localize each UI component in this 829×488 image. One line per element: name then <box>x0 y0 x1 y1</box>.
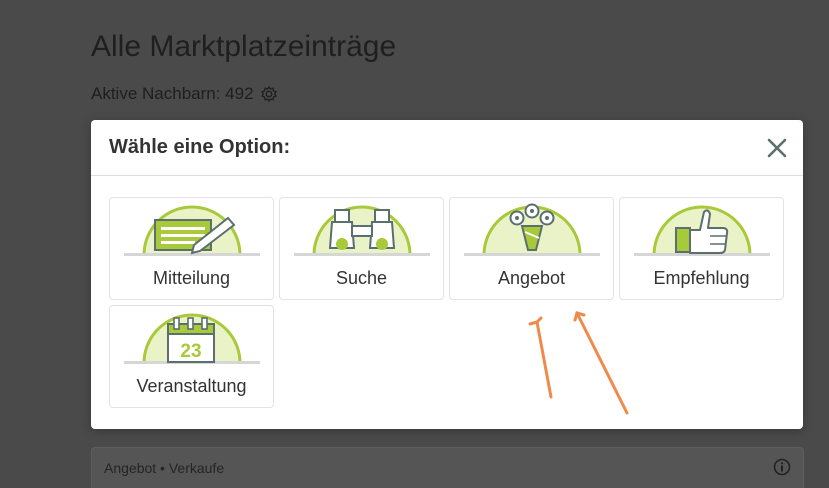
dialog-title: Wähle eine Option: <box>109 136 291 158</box>
option-suche[interactable]: Suche <box>279 197 444 300</box>
binoculars-icon <box>294 205 430 256</box>
flower-bouquet-icon <box>464 203 600 256</box>
option-label: Suche <box>335 268 388 288</box>
option-dialog: Wähle eine Option: Mitteilung Suche Ange… <box>91 120 803 429</box>
active-neighbors: Aktive Nachbarn: 492 <box>91 84 278 104</box>
dialog-header: Wähle eine Option: <box>91 120 803 176</box>
option-label: Empfehlung <box>653 268 750 288</box>
option-veranstaltung[interactable]: 23 Veranstaltung <box>109 305 274 408</box>
info-icon[interactable] <box>773 458 791 481</box>
active-neighbors-label: Aktive Nachbarn: 492 <box>91 84 254 103</box>
option-empfehlung[interactable]: Empfehlung <box>619 197 784 300</box>
option-label: Veranstaltung <box>136 376 247 396</box>
thumbs-up-icon <box>634 205 770 256</box>
close-icon[interactable] <box>765 136 789 160</box>
gear-icon[interactable] <box>260 85 278 103</box>
option-label: Angebot <box>497 268 566 288</box>
option-label: Mitteilung <box>152 268 231 288</box>
page-title: Alle Marktplatzeinträge <box>91 30 397 63</box>
option-angebot[interactable]: Angebot <box>449 197 614 300</box>
calendar-day: 23 <box>180 341 201 362</box>
calendar-icon: 23 <box>124 313 260 364</box>
background-listing-card: Angebot • Verkaufe <box>91 447 804 488</box>
notepad-pencil-icon <box>124 205 260 256</box>
listing-category: Angebot • Verkaufe <box>104 460 225 476</box>
option-mitteilung[interactable]: Mitteilung <box>109 197 274 300</box>
